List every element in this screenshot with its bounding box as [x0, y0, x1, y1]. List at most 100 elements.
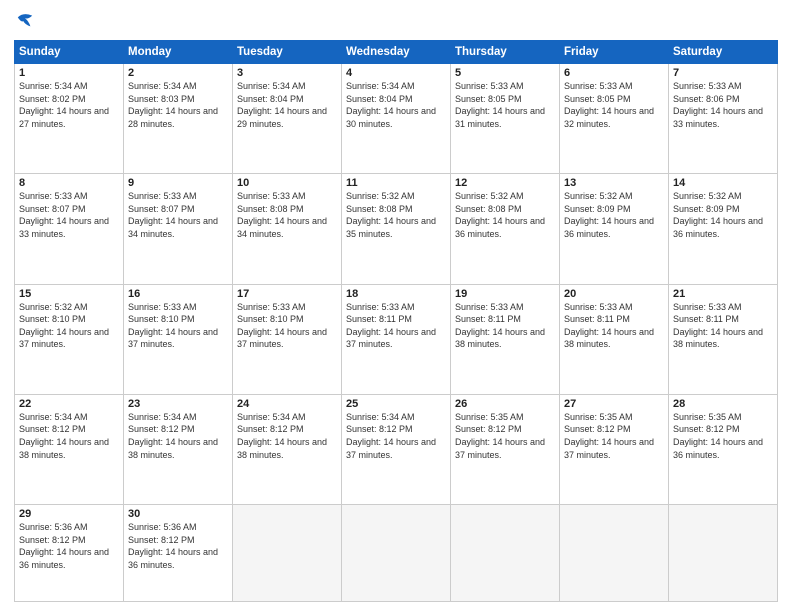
day-number: 18 [346, 288, 446, 300]
sunset-label: Sunset: 8:08 PM [455, 204, 522, 214]
sunset-label: Sunset: 8:09 PM [564, 204, 631, 214]
day-info: Sunrise: 5:34 AM Sunset: 8:12 PM Daylight:… [346, 411, 446, 461]
day-cell-11: 11Sunrise: 5:32 AMSunset: 8:08 PMDayligh… [342, 174, 451, 284]
daylight-label: Daylight: 14 hours and 37 minutes. [346, 437, 436, 460]
day-info: Sunrise: 5:34 AMSunset: 8:12 PMDaylight:… [237, 411, 337, 461]
weekday-header-thursday: Thursday [451, 41, 560, 64]
day-number: 30 [128, 508, 228, 520]
sunset-label: Sunset: 8:12 PM [455, 424, 522, 434]
day-info: Sunrise: 5:33 AMSunset: 8:10 PMDaylight:… [237, 301, 337, 351]
sunset-label: Sunset: 8:12 PM [19, 424, 86, 434]
day-number: 8 [19, 177, 119, 189]
page: SundayMondayTuesdayWednesdayThursdayFrid… [0, 0, 792, 612]
sunrise-label: Sunrise: 5:33 AM [564, 302, 633, 312]
day-info: Sunrise: 5:34 AMSunset: 8:04 PMDaylight:… [346, 80, 446, 130]
sunrise-label: Sunrise: 5:33 AM [564, 81, 633, 91]
sunset-label: Sunset: 8:07 PM [128, 204, 195, 214]
day-cell-28: 28Sunrise: 5:35 AMSunset: 8:12 PMDayligh… [669, 394, 778, 504]
day-number: 7 [673, 67, 773, 79]
daylight-label: Daylight: 14 hours and 33 minutes. [19, 216, 109, 239]
sunset-label: Sunset: 8:04 PM [237, 94, 304, 104]
day-info: Sunrise: 5:33 AMSunset: 8:05 PMDaylight:… [564, 80, 664, 130]
day-number: 1 [19, 67, 119, 79]
daylight-label: Daylight: 14 hours and 38 minutes. [455, 327, 545, 350]
day-info: Sunrise: 5:35 AMSunset: 8:12 PMDaylight:… [564, 411, 664, 461]
daylight-label: Daylight: 14 hours and 36 minutes. [673, 216, 763, 239]
daylight-label: Daylight: 14 hours and 37 minutes. [346, 327, 436, 350]
weekday-header-saturday: Saturday [669, 41, 778, 64]
sunrise-label: Sunrise: 5:33 AM [455, 302, 524, 312]
sunrise-label: Sunrise: 5:33 AM [455, 81, 524, 91]
day-number: 16 [128, 288, 228, 300]
day-number: 26 [455, 398, 555, 410]
day-number: 10 [237, 177, 337, 189]
day-cell-2: 2Sunrise: 5:34 AMSunset: 8:03 PMDaylight… [124, 64, 233, 174]
sunset-label: Sunset: 8:11 PM [346, 314, 412, 324]
day-info: Sunrise: 5:34 AM Sunset: 8:12 PM Daylight:… [19, 411, 119, 461]
sunset-label: Sunset: 8:07 PM [19, 204, 86, 214]
day-number: 24 [237, 398, 337, 410]
week-row-2: 8 Sunrise: 5:33 AM Sunset: 8:07 PM Daylight… [15, 174, 778, 284]
day-cell-5: 5Sunrise: 5:33 AMSunset: 8:05 PMDaylight… [451, 64, 560, 174]
sunrise-label: Sunrise: 5:32 AM [564, 191, 633, 201]
daylight-label: Daylight: 14 hours and 32 minutes. [564, 106, 654, 129]
day-cell-4: 4Sunrise: 5:34 AMSunset: 8:04 PMDaylight… [342, 64, 451, 174]
day-cell-12: 12Sunrise: 5:32 AMSunset: 8:08 PMDayligh… [451, 174, 560, 284]
sunrise-label: Sunrise: 5:33 AM [128, 191, 197, 201]
sunrise-label: Sunrise: 5:34 AM [346, 81, 415, 91]
sunset-label: Sunset: 8:02 PM [19, 94, 86, 104]
day-info: Sunrise: 5:33 AMSunset: 8:06 PMDaylight:… [673, 80, 773, 130]
day-info: Sunrise: 5:34 AMSunset: 8:12 PMDaylight:… [128, 411, 228, 461]
sunset-label: Sunset: 8:12 PM [564, 424, 631, 434]
daylight-label: Daylight: 14 hours and 33 minutes. [673, 106, 763, 129]
day-cell-1: 1Sunrise: 5:34 AMSunset: 8:02 PMDaylight… [15, 64, 124, 174]
empty-cell-w4c3 [342, 505, 451, 602]
day-info: Sunrise: 5:33 AMSunset: 8:08 PMDaylight:… [237, 190, 337, 240]
weekday-header-sunday: Sunday [15, 41, 124, 64]
day-cell-20: 20Sunrise: 5:33 AMSunset: 8:11 PMDayligh… [560, 284, 669, 394]
sunrise-label: Sunrise: 5:34 AM [19, 412, 88, 422]
day-number: 5 [455, 67, 555, 79]
sunrise-label: Sunrise: 5:36 AM [128, 522, 197, 532]
day-number: 11 [346, 177, 446, 189]
sunrise-label: Sunrise: 5:32 AM [346, 191, 415, 201]
day-info: Sunrise: 5:32 AMSunset: 8:08 PMDaylight:… [455, 190, 555, 240]
sunrise-label: Sunrise: 5:32 AM [19, 302, 88, 312]
day-info: Sunrise: 5:33 AMSunset: 8:11 PMDaylight:… [346, 301, 446, 351]
day-number: 20 [564, 288, 664, 300]
sunset-label: Sunset: 8:12 PM [19, 535, 86, 545]
sunrise-label: Sunrise: 5:34 AM [237, 412, 306, 422]
day-info: Sunrise: 5:33 AMSunset: 8:11 PMDaylight:… [564, 301, 664, 351]
day-number: 28 [673, 398, 773, 410]
sunset-label: Sunset: 8:04 PM [346, 94, 413, 104]
sunset-label: Sunset: 8:12 PM [346, 424, 413, 434]
sunrise-label: Sunrise: 5:34 AM [237, 81, 306, 91]
day-number: 9 [128, 177, 228, 189]
day-number: 29 [19, 508, 119, 520]
day-cell-19: 19Sunrise: 5:33 AMSunset: 8:11 PMDayligh… [451, 284, 560, 394]
day-number: 14 [673, 177, 773, 189]
day-number: 19 [455, 288, 555, 300]
daylight-label: Daylight: 14 hours and 38 minutes. [19, 437, 109, 460]
daylight-label: Daylight: 14 hours and 37 minutes. [19, 327, 109, 350]
empty-cell-w4c5 [560, 505, 669, 602]
day-cell-25: 25Sunrise: 5:34 AMSunset: 8:12 PMDayligh… [342, 394, 451, 504]
sunrise-label: Sunrise: 5:34 AM [346, 412, 415, 422]
daylight-label: Daylight: 14 hours and 35 minutes. [346, 216, 436, 239]
sunset-label: Sunset: 8:10 PM [237, 314, 304, 324]
empty-cell-w4c2 [233, 505, 342, 602]
day-cell-10: 10Sunrise: 5:33 AMSunset: 8:08 PMDayligh… [233, 174, 342, 284]
daylight-label: Daylight: 14 hours and 31 minutes. [455, 106, 545, 129]
day-info: Sunrise: 5:32 AMSunset: 8:08 PMDaylight:… [346, 190, 446, 240]
day-number: 6 [564, 67, 664, 79]
daylight-label: Daylight: 14 hours and 34 minutes. [128, 216, 218, 239]
sunrise-label: Sunrise: 5:35 AM [673, 412, 742, 422]
day-number: 13 [564, 177, 664, 189]
day-cell-14: 14Sunrise: 5:32 AMSunset: 8:09 PMDayligh… [669, 174, 778, 284]
sunrise-label: Sunrise: 5:33 AM [673, 302, 742, 312]
sunset-label: Sunset: 8:10 PM [128, 314, 195, 324]
day-info: Sunrise: 5:33 AM Sunset: 8:07 PM Daylight:… [128, 190, 228, 240]
sunrise-label: Sunrise: 5:33 AM [673, 81, 742, 91]
daylight-label: Daylight: 14 hours and 34 minutes. [237, 216, 327, 239]
day-info: Sunrise: 5:35 AMSunset: 8:12 PMDaylight:… [673, 411, 773, 461]
